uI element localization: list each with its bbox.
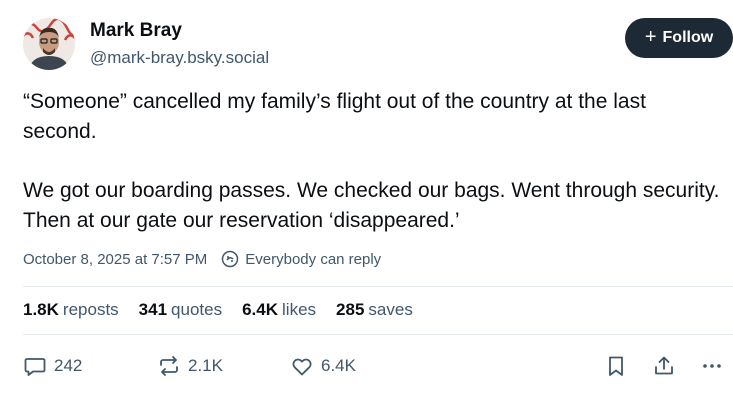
post-meta: October 8, 2025 at 7:57 PM Everybody can… [23,250,381,268]
ellipsis-icon [700,354,724,378]
stat-saves[interactable]: 285 saves [336,300,413,320]
reply-icon [23,354,47,378]
stat-value: 285 [336,300,365,319]
heart-icon [290,354,314,378]
post-date[interactable]: October 8, 2025 at 7:57 PM [23,251,207,268]
post-text-paragraph: We got our boarding passes. We checked o… [23,179,720,232]
reply-setting[interactable]: Everybody can reply [245,251,381,268]
follow-label: Follow [662,29,714,46]
bookmark-button[interactable] [604,354,628,378]
bookmark-icon [604,354,628,378]
repost-count: 2.1K [188,356,223,375]
author-name[interactable]: Mark Bray [90,20,182,42]
share-icon [652,354,676,378]
share-button[interactable] [652,354,676,378]
plus-icon: + [644,26,657,48]
stat-reposts[interactable]: 1.8K reposts [23,300,119,320]
avatar[interactable] [23,18,75,70]
stat-value: 1.8K [23,300,59,319]
stat-label: reposts [62,300,119,319]
repost-button[interactable]: 2.1K [157,354,223,378]
reply-button[interactable]: 242 [23,354,82,378]
more-options-button[interactable] [700,354,724,378]
post-stats: 1.8K reposts 341 quotes 6.4K likes 285 saves [23,300,413,320]
post-text-paragraph: “Someone” cancelled my family’s flight o… [23,90,646,143]
author-handle[interactable]: @mark-bray.bsky.social [90,48,269,68]
stat-quotes[interactable]: 341 quotes [139,300,222,320]
stat-value: 341 [138,300,168,319]
stat-value: 6.4K [242,300,279,319]
stat-likes[interactable]: 6.4K likes [242,300,316,320]
reply-permission-icon [221,250,239,268]
like-button[interactable]: 6.4K [290,354,356,378]
divider [23,334,733,335]
stat-label: likes [282,300,317,319]
stat-label: saves [368,300,413,319]
repost-icon [157,354,181,378]
follow-button[interactable]: + Follow [625,18,733,58]
stat-label: quotes [171,300,223,319]
post-card: Mark Bray @mark-bray.bsky.social + Follo… [0,0,733,403]
like-count: 6.4K [321,356,356,375]
reply-count: 242 [54,356,83,375]
divider [23,286,733,287]
